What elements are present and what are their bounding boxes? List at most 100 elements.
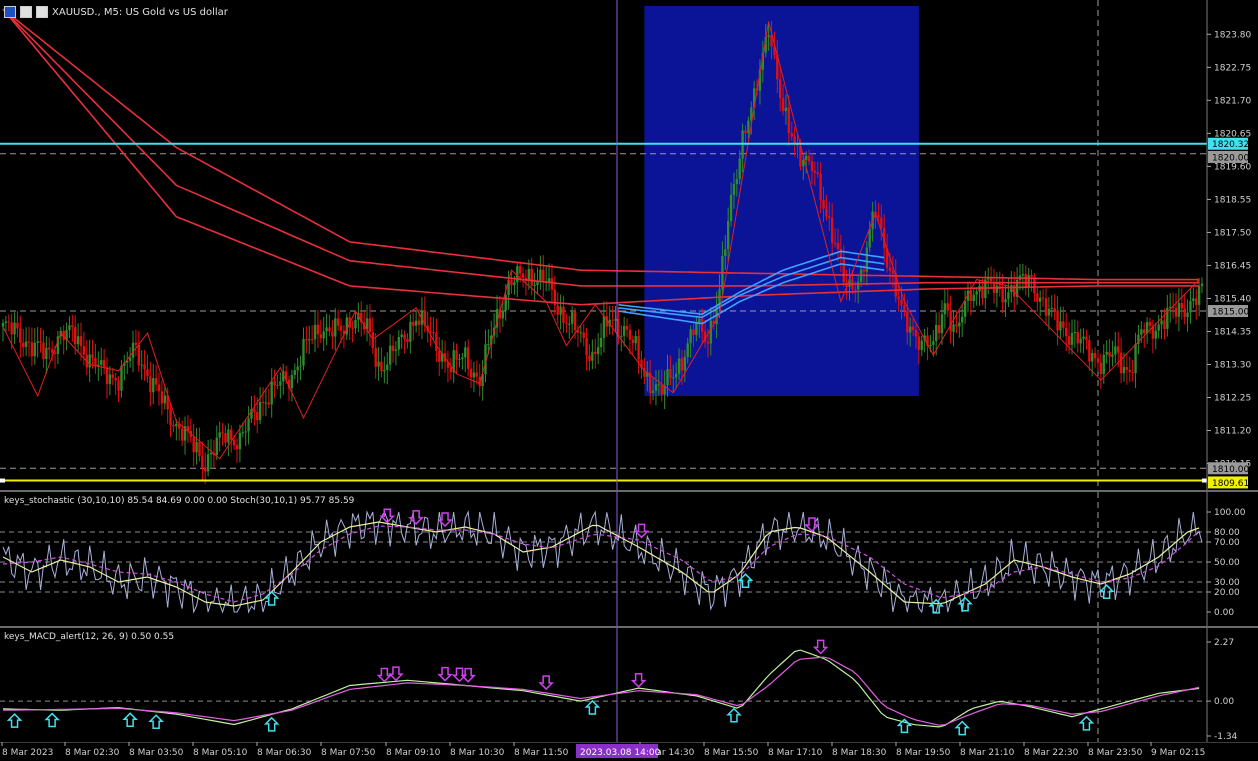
candle xyxy=(414,320,418,326)
candle xyxy=(1021,274,1025,276)
time-tick-label: 8 Mar 18:30 xyxy=(832,748,887,758)
candle xyxy=(510,280,513,286)
stochastic-chart[interactable]: 100.00 80.0070.00 50.00 30.0020.00 0.00 xyxy=(0,492,1258,626)
signal-down-arrow-icon xyxy=(451,667,468,683)
macd-pane[interactable]: keys_MACD_alert(12, 26, 9) 0.50 0.55 2.2… xyxy=(0,628,1258,742)
signal-down-arrow-icon xyxy=(538,675,554,691)
candle xyxy=(42,342,45,360)
candle xyxy=(111,374,114,378)
candle xyxy=(224,433,227,443)
line-handle[interactable] xyxy=(0,478,5,483)
axis-tick-label: 0.00 xyxy=(1214,697,1234,707)
candle xyxy=(1079,338,1082,344)
macd-line xyxy=(2,649,1200,728)
candle xyxy=(267,402,271,405)
candle xyxy=(469,368,473,378)
price-label-yellow: 1809.61 xyxy=(1212,479,1249,489)
stochastic-pane[interactable]: keys_stochastic (30,10,10) 85.54 84.69 0… xyxy=(0,492,1258,626)
candle xyxy=(258,401,262,421)
candle xyxy=(120,365,123,391)
candle xyxy=(487,343,490,345)
candle xyxy=(74,326,77,345)
candle xyxy=(1027,275,1030,288)
candle xyxy=(1050,308,1053,310)
candle xyxy=(432,331,435,334)
candle xyxy=(143,364,146,370)
candle xyxy=(854,289,857,291)
candle xyxy=(911,326,915,330)
candle xyxy=(371,331,375,349)
zigzag-line xyxy=(2,21,1200,460)
candle xyxy=(238,432,242,450)
macd-chart[interactable]: 2.27 0.00 -1.34 xyxy=(0,628,1258,742)
candle xyxy=(45,347,48,360)
signal-up-arrow-icon xyxy=(584,699,601,715)
candle xyxy=(218,432,221,438)
candle xyxy=(1085,336,1088,341)
candle xyxy=(1180,302,1183,309)
candle xyxy=(192,437,195,453)
candle xyxy=(1140,329,1143,335)
signal-up-arrow-icon xyxy=(148,714,164,730)
stochastic-label: keys_stochastic (30,10,10) 85.54 84.69 0… xyxy=(4,496,355,506)
candle xyxy=(105,367,109,385)
candle xyxy=(674,373,678,378)
candle xyxy=(816,172,819,174)
candle xyxy=(622,325,626,336)
candle xyxy=(235,445,239,450)
line-handle[interactable] xyxy=(1202,478,1207,483)
candle xyxy=(1073,331,1077,333)
candle xyxy=(1174,307,1178,317)
candle xyxy=(1099,362,1103,375)
signal-up-arrow-icon xyxy=(263,590,280,606)
candle xyxy=(146,369,149,377)
candle xyxy=(588,355,591,361)
signal-up-arrow-icon xyxy=(6,713,23,728)
candle xyxy=(573,312,577,331)
candle xyxy=(1091,352,1094,362)
candle xyxy=(1122,367,1126,374)
candle xyxy=(732,184,736,195)
candle xyxy=(628,329,632,340)
candle xyxy=(781,98,785,112)
candle xyxy=(316,324,320,335)
session-box xyxy=(644,6,919,396)
maximize-icon[interactable] xyxy=(20,6,32,18)
candle xyxy=(331,331,334,337)
candle xyxy=(7,321,10,323)
candle xyxy=(175,423,178,427)
candle xyxy=(91,354,94,358)
candle xyxy=(1119,352,1123,374)
candle xyxy=(900,299,903,306)
price-label-dash-mid: 1815.00 xyxy=(1212,308,1249,318)
signal-down-arrow-icon xyxy=(812,639,829,655)
candle xyxy=(140,364,143,366)
candle xyxy=(562,306,565,323)
candle xyxy=(273,381,276,386)
price-chart-pane[interactable]: 1823.80 1822.75 1821.70 1820.65 1819.60 1818.… xyxy=(0,0,1258,490)
candle xyxy=(253,409,256,413)
candle xyxy=(388,345,392,365)
chart-window-icon[interactable] xyxy=(4,6,16,18)
candle xyxy=(1160,320,1163,325)
price-tick-label: 1823.80 xyxy=(1214,30,1251,40)
candle xyxy=(787,107,791,133)
candle xyxy=(903,305,906,311)
candle xyxy=(651,390,655,394)
time-axis[interactable]: 8 Mar 2023 8 Mar 02:30 8 Mar 03:50 8 Mar 05… xyxy=(0,742,1258,761)
candle xyxy=(134,342,138,345)
candle xyxy=(48,347,51,350)
candle xyxy=(828,216,831,218)
candle xyxy=(1044,298,1048,316)
signal-down-arrow-icon xyxy=(408,510,424,525)
price-label-dash-lower: 1810.00 xyxy=(1212,465,1249,475)
candle xyxy=(917,336,921,351)
candle xyxy=(542,269,545,282)
close-icon[interactable] xyxy=(36,6,48,18)
candle xyxy=(1163,320,1166,329)
candle xyxy=(461,357,464,359)
price-chart[interactable]: 1823.801822.751821.701820.651819.601818.… xyxy=(0,0,1258,490)
candle xyxy=(570,312,574,324)
signal-down-arrow-icon xyxy=(460,667,476,683)
candle xyxy=(290,374,294,389)
